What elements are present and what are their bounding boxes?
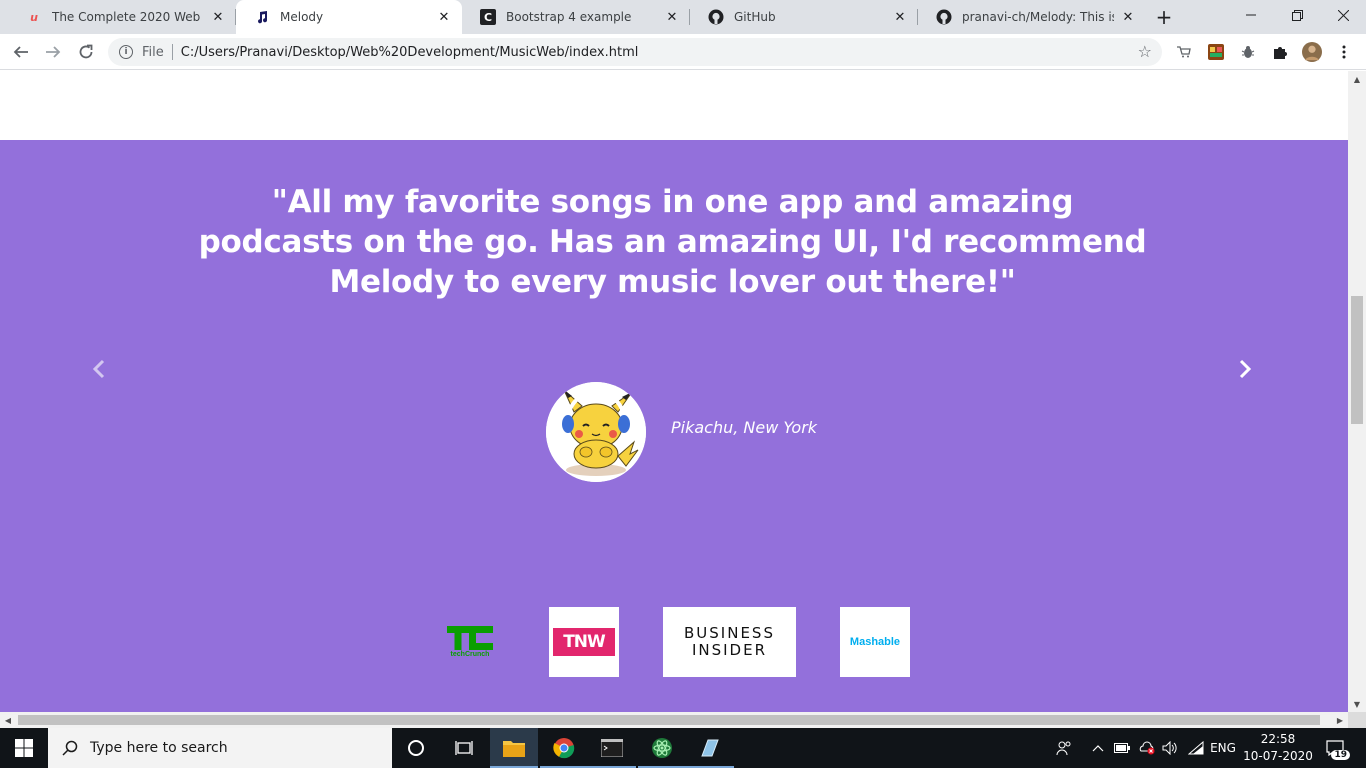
testimonials-section: "All my favorite songs in one app and am… <box>0 140 1348 712</box>
close-icon[interactable]: ✕ <box>664 9 680 25</box>
tab-title: Melody <box>280 10 324 24</box>
windows-start-icon[interactable] <box>0 728 48 768</box>
notepad-icon[interactable] <box>686 728 734 768</box>
scrollbar-corner <box>1348 712 1366 728</box>
wifi-icon[interactable] <box>1186 728 1206 768</box>
codeply-icon: C <box>480 9 496 25</box>
tab-melody[interactable]: Melody ✕ <box>236 0 462 34</box>
testimonial-avatar <box>546 382 646 482</box>
show-hidden-icons-chevron-icon[interactable] <box>1088 728 1108 768</box>
people-icon[interactable] <box>1052 728 1076 768</box>
music-note-icon <box>254 9 270 25</box>
search-icon <box>60 738 80 758</box>
tnw-label: TNW <box>553 628 615 656</box>
clock-time: 22:58 <box>1260 732 1296 746</box>
tab-title: The Complete 2020 Web Devel <box>52 10 204 24</box>
scheme-label: File <box>142 44 164 60</box>
restore-button[interactable] <box>1274 0 1320 30</box>
mashable-label: Mashable <box>849 636 901 648</box>
tab-bootstrap[interactable]: C Bootstrap 4 example ✕ <box>462 0 690 34</box>
forward-button[interactable] <box>41 40 65 64</box>
page-viewport: "All my favorite songs in one app and am… <box>0 71 1348 712</box>
tab-web-dev-course[interactable]: u The Complete 2020 Web Devel ✕ <box>8 0 236 34</box>
url-text[interactable]: C:/Users/Pranavi/Desktop/Web%20Developme… <box>181 45 639 60</box>
divider <box>171 44 173 60</box>
github-icon <box>936 9 952 25</box>
vertical-scrollbar[interactable]: ▲ ▼ <box>1348 71 1366 712</box>
chrome-icon[interactable] <box>540 728 588 768</box>
atom-icon[interactable] <box>638 728 686 768</box>
tab-github-repo[interactable]: pranavi-ch/Melody: This is a m ✕ <box>918 0 1146 34</box>
cart-extension-icon[interactable] <box>1174 42 1194 62</box>
tab-github[interactable]: GitHub ✕ <box>690 0 918 34</box>
tab-title: Bootstrap 4 example <box>506 10 632 24</box>
battery-icon[interactable] <box>1112 728 1132 768</box>
notification-count-badge: 19 <box>1331 750 1350 760</box>
business-insider-logo: BUSINESS INSIDER <box>663 607 796 677</box>
cortana-icon[interactable] <box>392 728 440 768</box>
address-bar[interactable]: i File C:/Users/Pranavi/Desktop/Web%20De… <box>108 38 1162 66</box>
testimonial-quote: "All my favorite songs in one app and am… <box>198 184 1147 300</box>
bug-extension-icon[interactable] <box>1238 42 1258 62</box>
system-clock[interactable]: 22:58 10-07-2020 <box>1238 731 1318 765</box>
udemy-icon: u <box>30 10 38 24</box>
scroll-down-arrow-icon[interactable]: ▼ <box>1348 696 1366 712</box>
clock-date: 10-07-2020 <box>1243 749 1313 763</box>
profile-avatar-icon[interactable] <box>1302 42 1322 62</box>
terminal-icon[interactable] <box>588 728 636 768</box>
scroll-left-arrow-icon[interactable]: ◀ <box>0 712 16 728</box>
search-placeholder: Type here to search <box>90 740 228 756</box>
business-insider-line1: BUSINESS <box>684 624 775 642</box>
bookmark-star-icon[interactable]: ☆ <box>1138 42 1152 61</box>
mashable-logo: Mashable <box>840 607 910 677</box>
horizontal-scrollbar[interactable]: ◀ ▶ <box>0 712 1348 728</box>
vertical-scroll-thumb[interactable] <box>1351 296 1363 424</box>
tab-title: pranavi-ch/Melody: This is a m <box>962 10 1114 24</box>
close-window-button[interactable] <box>1320 0 1366 30</box>
business-insider-line2: INSIDER <box>691 641 768 659</box>
techcrunch-logo: techCrunch <box>444 607 496 677</box>
game-extension-icon[interactable] <box>1206 42 1226 62</box>
minimize-button[interactable] <box>1228 0 1274 30</box>
taskbar-search-input[interactable]: Type here to search <box>48 728 392 768</box>
menu-kebab-icon[interactable] <box>1334 42 1354 62</box>
new-tab-button[interactable]: + <box>1152 5 1176 29</box>
browser-toolbar: i File C:/Users/Pranavi/Desktop/Web%20De… <box>0 34 1366 70</box>
tab-title: GitHub <box>734 10 776 24</box>
extensions-puzzle-icon[interactable] <box>1270 42 1290 62</box>
scroll-right-arrow-icon[interactable]: ▶ <box>1332 712 1348 728</box>
language-indicator[interactable]: ENG <box>1208 728 1238 768</box>
close-icon[interactable]: ✕ <box>436 9 452 25</box>
action-center-icon[interactable]: 19 <box>1320 736 1350 760</box>
tnw-logo: TNW <box>549 607 619 677</box>
testimonial-author: Pikachu, New York <box>671 418 818 437</box>
close-icon[interactable]: ✕ <box>892 9 908 25</box>
close-icon[interactable]: ✕ <box>210 9 226 25</box>
tab-strip: u The Complete 2020 Web Devel ✕ Melody ✕… <box>0 0 1366 34</box>
scroll-up-arrow-icon[interactable]: ▲ <box>1348 71 1366 87</box>
file-explorer-icon[interactable] <box>490 728 538 768</box>
carousel-prev-button[interactable] <box>84 354 114 384</box>
techcrunch-label: techCrunch <box>450 651 490 658</box>
reload-button[interactable] <box>74 40 98 64</box>
close-icon[interactable]: ✕ <box>1120 9 1136 25</box>
windows-taskbar: Type here to search ENG 22:58 10-07-2020 <box>0 728 1366 768</box>
volume-icon[interactable] <box>1160 728 1180 768</box>
back-button[interactable] <box>9 40 33 64</box>
info-icon[interactable]: i <box>119 45 133 59</box>
task-view-icon[interactable] <box>440 728 488 768</box>
horizontal-scroll-thumb[interactable] <box>18 715 1320 725</box>
carousel-next-button[interactable] <box>1230 354 1260 384</box>
github-icon <box>708 9 724 25</box>
onedrive-error-icon[interactable] <box>1136 728 1158 768</box>
